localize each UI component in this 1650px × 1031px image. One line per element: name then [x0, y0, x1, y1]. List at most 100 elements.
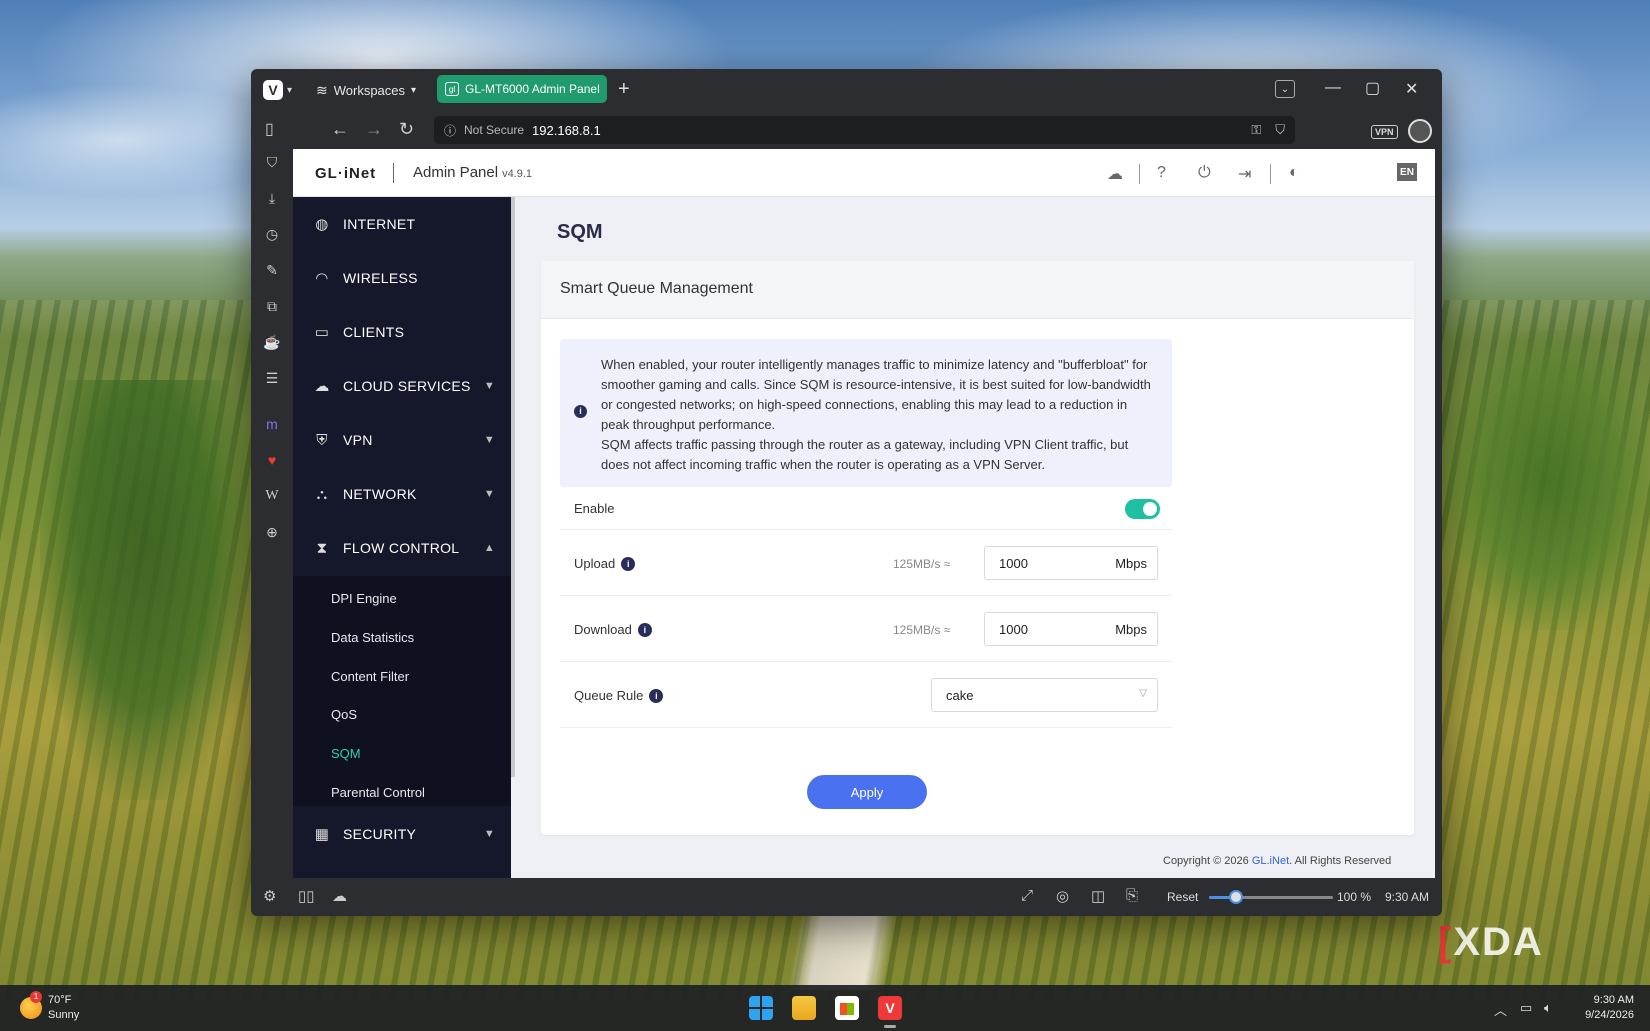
weather-temp[interactable]: 70°F	[48, 994, 71, 1006]
sidebar-item-network[interactable]: ⛬ NETWORK ▼	[293, 467, 511, 521]
theme-palette-icon[interactable]: ◐	[1289, 164, 1299, 182]
download-label: Download	[574, 622, 632, 637]
info-icon[interactable]: i	[637, 622, 652, 637]
screenshot-icon[interactable]: ◎	[1056, 887, 1069, 905]
apply-button[interactable]: Apply	[807, 775, 927, 809]
history-icon[interactable]: ◷	[263, 225, 281, 243]
page-tiling-icon[interactable]: ◫	[1091, 887, 1105, 905]
settings-gear-icon[interactable]: ⚙	[263, 887, 276, 905]
file-explorer-icon[interactable]	[792, 996, 816, 1020]
forward-button[interactable]: →	[365, 119, 383, 140]
volume-icon[interactable]: 🔈︎	[1544, 1000, 1552, 1016]
sidebar-item-vpn[interactable]: ⛨ VPN ▼	[293, 413, 511, 467]
info-icon[interactable]: ⓘ	[444, 122, 456, 139]
wikipedia-icon[interactable]: W	[263, 487, 281, 505]
zoom-level: 100 %	[1337, 890, 1372, 904]
gl-inet-logo[interactable]: GL·iNet	[315, 165, 376, 182]
chevron-down-icon[interactable]: ▾	[287, 85, 292, 96]
sidebar-item-cloud-services[interactable]: ☁ CLOUD SERVICES ▼	[293, 359, 511, 413]
vivaldi-icon[interactable]: ♥	[263, 451, 281, 469]
profile-avatar[interactable]	[1408, 119, 1432, 143]
upload-input[interactable]: 1000 Mbps	[984, 546, 1158, 580]
power-icon[interactable]: ⏻	[1198, 164, 1211, 182]
browser-statusbar: ⚙ ▯▯ ☁ ⤢ ◎ ◫ ⎘ Reset 100 % 9:30 AM	[251, 878, 1442, 916]
back-button[interactable]: ←	[331, 119, 349, 140]
zoom-slider[interactable]	[1209, 890, 1333, 904]
taskbar-clock[interactable]: 9:30 AM 9/24/2026	[1570, 993, 1634, 1023]
upload-label: Upload	[574, 556, 616, 571]
bookmarks-icon[interactable]: ⛉	[263, 153, 281, 171]
zoom-slider-handle[interactable]	[1229, 890, 1244, 904]
devices-icon: ▭	[314, 324, 330, 341]
cloud-icon: ☁	[314, 378, 330, 395]
info-text: When enabled, your router intelligently …	[601, 357, 1151, 432]
language-button[interactable]: EN	[1397, 163, 1417, 181]
weather-condition[interactable]: Sunny	[48, 1009, 79, 1021]
translate-icon[interactable]: ⧉	[263, 297, 281, 315]
key-icon[interactable]: ⚿	[1251, 122, 1261, 138]
capture-icon[interactable]: ⤢	[1021, 887, 1033, 904]
logout-icon[interactable]: ⇥	[1238, 164, 1251, 184]
wallpaper-trees-right	[1450, 330, 1650, 630]
page-actions-icon[interactable]: ⎘	[1126, 887, 1138, 904]
sidebar-sub-content-filter[interactable]: Content Filter	[331, 669, 409, 684]
reading-list-icon[interactable]: ☕	[263, 333, 281, 351]
chevron-up-icon: ▲	[483, 542, 495, 554]
sidebar-item-flow-control[interactable]: ⧗ FLOW CONTROL ▲	[293, 521, 511, 575]
info-icon[interactable]: i	[621, 556, 636, 571]
help-icon[interactable]: ?	[1157, 164, 1166, 182]
tiling-icon[interactable]: ▯▯	[298, 887, 315, 905]
page-header-title: Admin Panel v4.9.1	[413, 164, 533, 181]
maximize-button[interactable]: ▢	[1365, 78, 1380, 98]
vpn-button[interactable]: VPN	[1371, 125, 1398, 139]
sidebar-sub-parental-control[interactable]: Parental Control	[331, 785, 425, 800]
info-text-2: SQM affects traffic passing through the …	[601, 437, 1129, 472]
sidebar-item-clients[interactable]: ▭ CLIENTS	[293, 305, 511, 359]
reload-button[interactable]: ↻	[399, 119, 414, 140]
sidebar-sub-dpi-engine[interactable]: DPI Engine	[331, 591, 397, 606]
gl-inet-link[interactable]: GL.iNet	[1252, 855, 1289, 867]
layers-icon: ≋	[316, 82, 328, 98]
add-panel-icon[interactable]: ⊕	[263, 523, 281, 541]
globe-icon: ◍	[315, 216, 329, 233]
zoom-reset-button[interactable]: Reset	[1167, 890, 1198, 904]
tab-list-button[interactable]: ⌄	[1275, 80, 1295, 98]
sidebar-sub-qos[interactable]: QoS	[331, 707, 357, 722]
weather-badge: 1	[30, 991, 42, 1003]
chevron-down-icon: ▼	[483, 488, 495, 500]
close-button[interactable]: ✕	[1405, 79, 1418, 99]
gl-favicon-icon: gl	[445, 82, 459, 96]
microsoft-store-icon[interactable]	[835, 996, 859, 1020]
bookmark-icon[interactable]: ⛉	[1275, 122, 1285, 138]
panel-toggle-icon[interactable]: ▯	[265, 119, 274, 139]
sidebar-sub-sqm[interactable]: SQM	[331, 746, 361, 761]
sidebar-item-wireless[interactable]: ◠ WIRELESS	[293, 251, 511, 305]
reader-icon[interactable]: ☰	[263, 369, 281, 387]
start-button[interactable]	[749, 996, 773, 1020]
tab-gl-admin[interactable]: gl GL-MT6000 Admin Panel	[437, 75, 607, 103]
sidebar-sub-data-statistics[interactable]: Data Statistics	[331, 630, 414, 645]
browser-side-panel: ⛉ ⤓ ◷ ✎ ⧉ ☕ ☰ m ♥ W ⊕	[251, 149, 293, 869]
cloud-icon[interactable]: ☁	[1107, 164, 1123, 184]
info-icon[interactable]: i	[649, 688, 664, 703]
sidebar-item-security[interactable]: ▦ SECURITY ▼	[293, 807, 511, 861]
mastodon-icon[interactable]: m	[263, 415, 281, 433]
vivaldi-menu-icon[interactable]: V	[263, 80, 283, 100]
tray-chevron-up-icon[interactable]: ︿	[1494, 1000, 1507, 1019]
vivaldi-taskbar-icon[interactable]: V	[878, 996, 902, 1020]
notes-icon[interactable]: ✎	[263, 261, 281, 279]
footer-copyright: Copyright © 2026 GL.iNet. All Rights Res…	[1163, 855, 1392, 867]
sidebar-item-internet[interactable]: ◍ INTERNET	[293, 197, 511, 251]
sync-cloud-icon[interactable]: ☁	[332, 887, 347, 905]
address-row: ▯ ← → ↻ ⓘ Not Secure 192.168.8.1 ⚿ ⛉ VPN	[251, 111, 1442, 149]
url-bar[interactable]: ⓘ Not Secure 192.168.8.1 ⚿ ⛉	[434, 116, 1295, 144]
workspaces-button[interactable]: ≋ Workspaces ▾	[316, 82, 416, 99]
download-input[interactable]: 1000 Mbps	[984, 612, 1158, 646]
network-icon[interactable]: ▭	[1520, 1000, 1532, 1016]
minimize-button[interactable]: —	[1325, 79, 1341, 97]
shield-icon: ⛨	[316, 431, 328, 449]
new-tab-button[interactable]: +	[618, 78, 630, 101]
queue-rule-select[interactable]: cake ▽	[931, 678, 1158, 712]
downloads-icon[interactable]: ⤓	[263, 189, 281, 207]
enable-toggle[interactable]	[1125, 499, 1160, 519]
